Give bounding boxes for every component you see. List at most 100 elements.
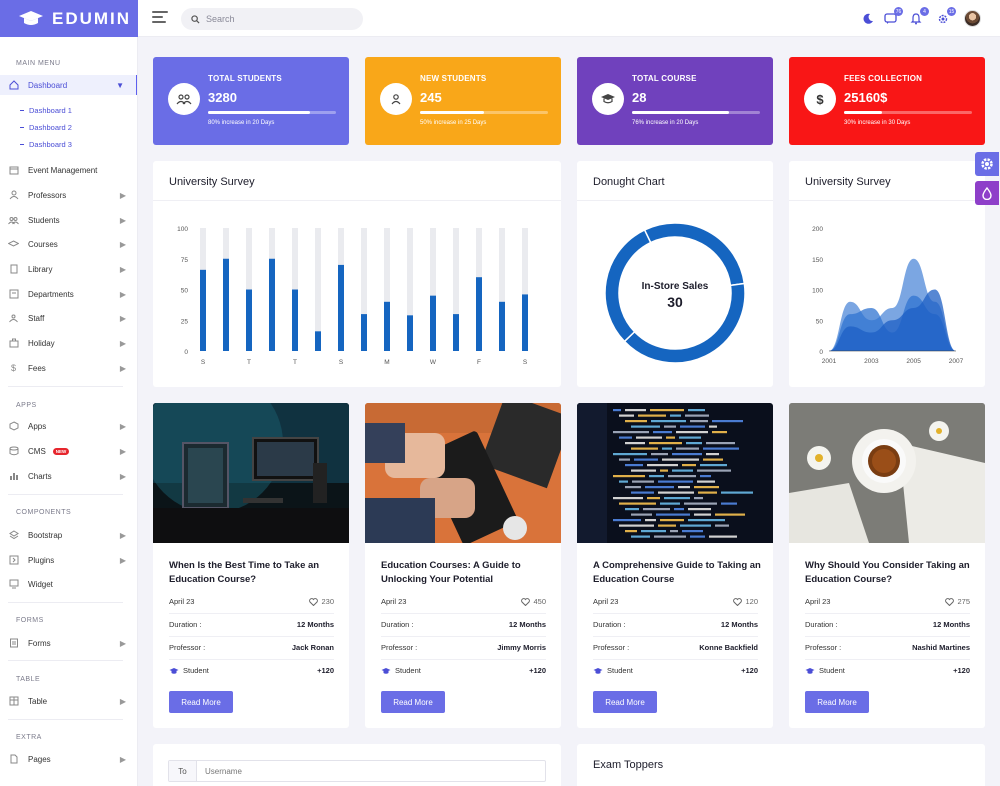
code-line [676,431,708,434]
code-line [649,475,664,478]
sidebar-item-students[interactable]: Students ▶ [0,210,137,230]
code-line [680,425,705,428]
form-icon [8,638,19,649]
sidebar-item-bootstrap[interactable]: Bootstrap ▶ [0,525,137,545]
course-title[interactable]: Education Courses: A Guide to Unlocking … [381,559,551,587]
course-title[interactable]: A Comprehensive Guide to Taking an Educa… [593,559,763,587]
sidebar-item-event-management[interactable]: Event Management [0,160,137,180]
course-likes[interactable]: 120 [733,597,758,606]
duration-label: Duration : [381,620,414,629]
sidebar-item-widget[interactable]: Widget [0,574,137,594]
sidebar-item-charts[interactable]: Charts ▶ [0,466,137,486]
code-line [647,497,660,500]
graduation-cap-icon [8,239,19,250]
sidebar-item-departments[interactable]: Departments ▶ [0,284,137,304]
menu-toggle-icon[interactable] [152,11,168,25]
course-likes-count: 275 [957,597,970,606]
sidebar-item-dashboard[interactable]: Dashboard ▼ [0,75,137,95]
code-line [625,530,637,533]
code-line [688,519,725,522]
code-line [632,480,654,483]
course-image-coffee-book[interactable] [789,403,985,543]
professor-label: Professor : [805,643,842,652]
code-line [678,486,690,489]
code-line [700,475,711,478]
messages-icon[interactable]: 76 [882,7,903,27]
code-line [631,535,650,538]
sidebar-heading-components: COMPONENTS [16,509,72,516]
sidebar-item-forms[interactable]: Forms ▶ [0,633,137,653]
y-tick-label: 100 [177,226,188,233]
bar [200,269,206,351]
sidebar-item-table[interactable]: Table ▶ [0,691,137,711]
code-line [680,524,711,527]
code-line [656,513,690,516]
sidebar-item-fees[interactable]: $ Fees ▶ [0,358,137,378]
sidebar-item-apps[interactable]: Apps ▶ [0,416,137,436]
code-line [613,519,641,522]
notification-bell-icon[interactable]: 4 [908,7,929,27]
stat-card-fees-collection: $ FEES COLLECTION 25160$ 30% increase in… [789,57,985,145]
settings-gear-icon[interactable]: 15 [935,7,956,27]
sidebar-item-professors[interactable]: Professors ▶ [0,185,137,205]
read-more-button[interactable]: Read More [381,691,445,713]
read-more-button[interactable]: Read More [169,691,233,713]
layers-icon [8,530,19,541]
brand-logo[interactable]: EDUMIN [0,0,138,37]
sidebar-heading-apps: APPS [16,402,37,409]
code-line [631,425,660,428]
sidebar-item-label: Holiday [28,338,55,348]
x-tick-label: S [339,359,344,366]
messages-badge: 76 [894,7,903,16]
duration-label: Duration : [169,620,202,629]
sidebar-divider [8,494,123,495]
sidebar-item-staff[interactable]: Staff ▶ [0,308,137,328]
sidebar-subitem-dashboard-2[interactable]: Dashboard 2 [20,123,72,132]
compose-to-field[interactable]: To [168,760,546,782]
card-title: Exam Toppers [593,759,664,771]
sidebar-item-library[interactable]: Library ▶ [0,259,137,279]
sidebar-item-label: Dashboard [28,80,68,90]
username-input[interactable] [197,766,497,776]
search-box[interactable] [181,8,363,30]
sidebar-item-plugins[interactable]: Plugins ▶ [0,550,137,570]
sidebar-item-cms[interactable]: CMS NEW ▶ [0,441,137,461]
to-label: To [169,761,197,781]
course-date: April 23 [381,597,407,606]
sidebar-divider [8,602,123,603]
code-line [684,502,717,505]
stat-card-new-students: NEW STUDENTS 245 50% increase in 25 Days [365,57,561,145]
sidebar-subitem-dashboard-1[interactable]: Dashboard 1 [20,106,72,115]
search-input[interactable] [206,14,346,24]
course-image-code-screen[interactable] [577,403,773,543]
course-likes[interactable]: 450 [521,597,546,606]
sidebar-item-holiday[interactable]: Holiday ▶ [0,333,137,353]
sidebar-subitem-dashboard-3[interactable]: Dashboard 3 [20,140,72,149]
course-likes[interactable]: 275 [945,597,970,606]
sidebar-item-label: Staff [28,313,45,323]
x-tick-label: T [247,359,251,366]
professor-label: Professor : [169,643,206,652]
user-avatar[interactable] [964,10,981,27]
read-more-button[interactable]: Read More [805,691,869,713]
course-image-typing-keyboard[interactable] [365,403,561,543]
book-icon [8,264,19,275]
donut-chart [604,222,746,364]
stat-value: 25160$ [844,90,888,105]
course-image-desk-computers[interactable] [153,403,349,543]
sidebar-item-label: Forms [28,638,51,648]
course-title[interactable]: Why Should You Consider Taking an Educat… [805,559,975,587]
code-line [674,508,684,511]
course-title[interactable]: When Is the Best Time to Take an Educati… [169,559,339,587]
code-line [619,480,628,483]
theme-settings-button[interactable] [975,152,999,176]
sidebar-item-courses[interactable]: Courses ▶ [0,234,137,254]
sidebar-item-pages[interactable]: Pages ▶ [0,749,137,769]
sidebar-item-label: Plugins [28,555,55,565]
code-line [700,464,727,467]
read-more-button[interactable]: Read More [593,691,657,713]
course-likes[interactable]: 230 [309,597,334,606]
color-theme-button[interactable] [975,181,999,205]
dark-mode-moon-icon[interactable] [860,11,876,27]
course-likes-count: 120 [745,597,758,606]
